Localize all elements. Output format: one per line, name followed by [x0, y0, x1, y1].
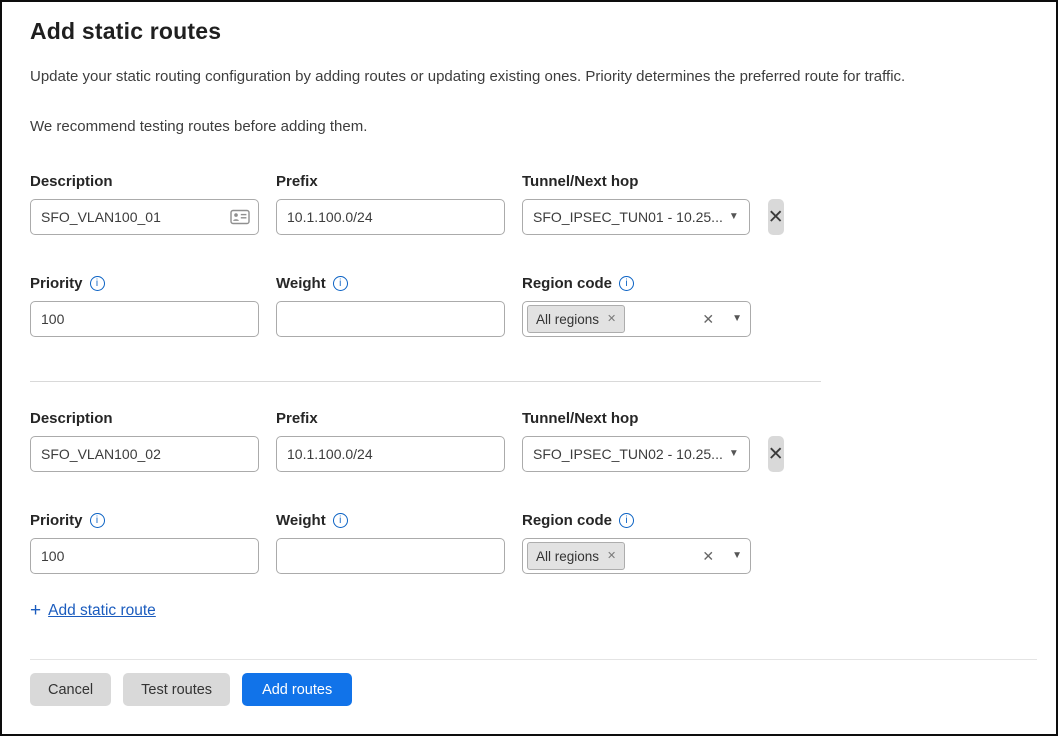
remove-route-button[interactable]: ✕ [768, 436, 784, 472]
weight-input[interactable] [276, 538, 505, 574]
region-code-info-icon[interactable]: i [619, 276, 634, 291]
page-title: Add static routes [30, 18, 1028, 45]
tunnel-selected-value: SFO_IPSEC_TUN02 - 10.25... [533, 446, 723, 462]
weight-input[interactable] [276, 301, 505, 337]
prefix-input[interactable] [276, 199, 505, 235]
region-chip-label: All regions [536, 312, 599, 327]
chevron-down-icon: ▼ [732, 551, 742, 561]
remove-route-button[interactable]: ✕ [768, 199, 784, 235]
priority-info-icon[interactable]: i [90, 513, 105, 528]
region-chip: All regions ✕ [527, 305, 625, 333]
chevron-down-icon: ▼ [729, 212, 739, 222]
route-row-2: Description Prefix Tunnel/Next hop [30, 410, 1028, 574]
footer-divider [30, 659, 1037, 660]
priority-info-icon[interactable]: i [90, 276, 105, 291]
weight-label: Weight [276, 275, 326, 292]
chevron-down-icon: ▼ [732, 314, 742, 324]
contact-card-autofill-icon[interactable] [230, 210, 250, 225]
test-routes-button[interactable]: Test routes [123, 673, 230, 706]
tunnel-next-hop-label: Tunnel/Next hop [522, 410, 751, 427]
priority-input[interactable] [30, 301, 259, 337]
clear-selection-icon[interactable]: ✕ [702, 549, 714, 563]
tunnel-next-hop-select[interactable]: SFO_IPSEC_TUN01 - 10.25... ▼ [522, 199, 750, 235]
add-static-route-link[interactable]: Add static route [48, 602, 156, 620]
tunnel-next-hop-select[interactable]: SFO_IPSEC_TUN02 - 10.25... ▼ [522, 436, 750, 472]
description-label: Description [30, 173, 259, 190]
region-chip-remove-icon[interactable]: ✕ [607, 314, 616, 325]
region-chip-label: All regions [536, 549, 599, 564]
region-code-label: Region code [522, 512, 612, 529]
route-divider [30, 381, 821, 382]
dialog-recommendation: We recommend testing routes before addin… [30, 117, 1028, 137]
region-code-label: Region code [522, 275, 612, 292]
weight-info-icon[interactable]: i [333, 513, 348, 528]
add-routes-button[interactable]: Add routes [242, 673, 352, 706]
route-row-1: Description Prefix Tunnel/Next hop [30, 173, 1028, 337]
region-code-info-icon[interactable]: i [619, 513, 634, 528]
cancel-button[interactable]: Cancel [30, 673, 111, 706]
priority-input[interactable] [30, 538, 259, 574]
region-chip-remove-icon[interactable]: ✕ [607, 551, 616, 562]
clear-selection-icon[interactable]: ✕ [702, 312, 714, 326]
description-input[interactable] [30, 199, 259, 235]
description-label: Description [30, 410, 259, 427]
chevron-down-icon: ▼ [729, 449, 739, 459]
add-static-routes-dialog: Add static routes Update your static rou… [0, 0, 1058, 736]
weight-info-icon[interactable]: i [333, 276, 348, 291]
footer-actions: Cancel Test routes Add routes [30, 673, 1028, 706]
region-chip: All regions ✕ [527, 542, 625, 570]
description-input[interactable] [30, 436, 259, 472]
tunnel-selected-value: SFO_IPSEC_TUN01 - 10.25... [533, 209, 723, 225]
weight-label: Weight [276, 512, 326, 529]
plus-icon: + [30, 601, 41, 620]
prefix-input[interactable] [276, 436, 505, 472]
region-code-multiselect[interactable]: All regions ✕ ✕ ▼ [522, 301, 751, 337]
dialog-description: Update your static routing configuration… [30, 67, 1028, 87]
priority-label: Priority [30, 512, 83, 529]
region-code-multiselect[interactable]: All regions ✕ ✕ ▼ [522, 538, 751, 574]
priority-label: Priority [30, 275, 83, 292]
prefix-label: Prefix [276, 410, 505, 427]
tunnel-next-hop-label: Tunnel/Next hop [522, 173, 751, 190]
prefix-label: Prefix [276, 173, 505, 190]
